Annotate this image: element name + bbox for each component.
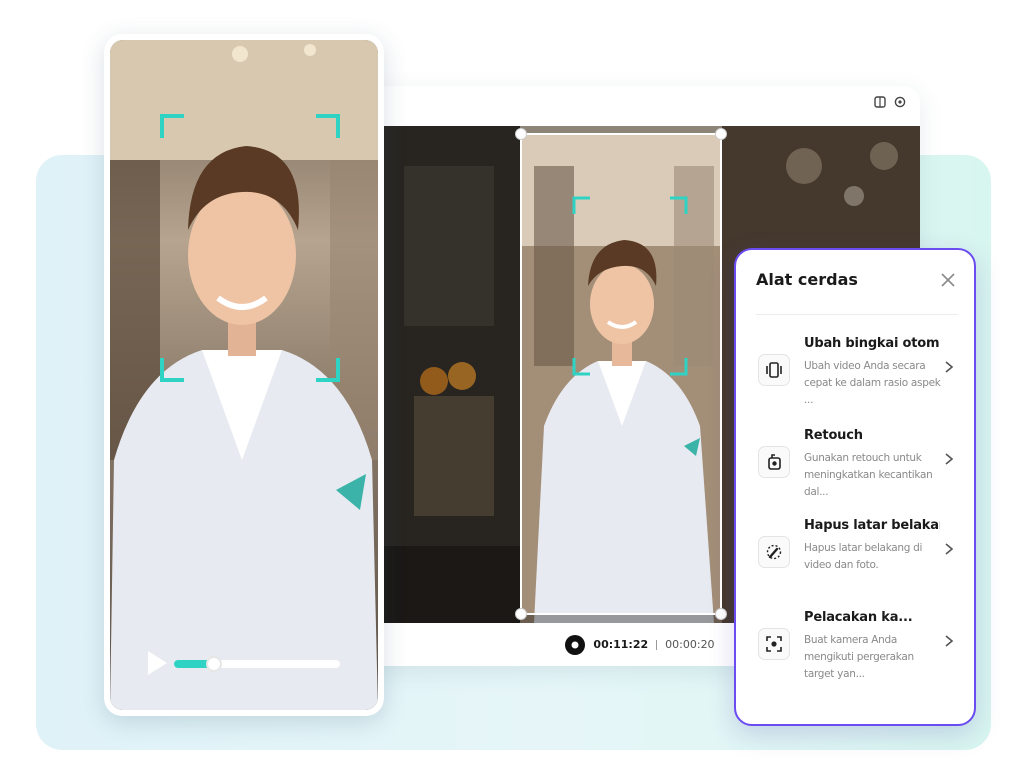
panel-divider	[756, 314, 958, 315]
window-tile-icon[interactable]	[874, 96, 886, 108]
chevron-right-icon	[945, 543, 954, 555]
tool-item-remove-background[interactable]: Hapus latar belakang Hapus latar belakan…	[756, 518, 960, 590]
remove-background-icon	[758, 536, 790, 568]
timecode-divider	[656, 639, 658, 650]
auto-reframe-icon	[758, 354, 790, 386]
tool-title: Hapus latar belakang	[804, 518, 940, 533]
phone-video-screen[interactable]	[110, 40, 378, 710]
tool-description: Ubah video Anda secara cepat ke dalam ra…	[804, 360, 941, 406]
total-timecode: 00:00:20	[665, 638, 715, 651]
tool-description: Buat kamera Anda mengikuti pergerakan ta…	[804, 634, 914, 680]
progress-knob[interactable]	[205, 656, 222, 672]
crop-handle-top-right[interactable]	[715, 128, 727, 140]
tool-title: Ubah bingkai otomatis	[804, 336, 940, 351]
tool-description: Gunakan retouch untuk meningkatkan kecan…	[804, 452, 933, 498]
portrait-video-image	[110, 40, 378, 710]
phone-preview	[104, 34, 384, 716]
tool-item-retouch[interactable]: Retouch Gunakan retouch untuk meningkatk…	[756, 428, 960, 500]
panel-header: Alat cerdas	[756, 270, 958, 294]
panel-title: Alat cerdas	[756, 270, 858, 289]
window-settings-icon[interactable]	[894, 96, 906, 108]
crop-frame[interactable]	[515, 128, 727, 620]
tool-title: Pelacakan ka...	[804, 610, 913, 625]
tool-title: Retouch	[804, 428, 863, 443]
close-icon[interactable]	[938, 270, 958, 290]
tool-item-auto-reframe[interactable]: Ubah bingkai otomatis Ubah video Anda se…	[756, 336, 960, 408]
play-button-icon[interactable]	[565, 634, 586, 655]
crop-handle-bottom-right[interactable]	[715, 608, 727, 620]
smart-tools-panel: Alat cerdas Ubah bingkai otomatis Ubah v…	[734, 248, 976, 726]
crop-handle-bottom-left[interactable]	[515, 608, 527, 620]
tool-description: Hapus latar belakang di video dan foto.	[804, 542, 923, 571]
play-icon[interactable]	[146, 650, 168, 676]
retouch-icon	[758, 446, 790, 478]
current-timecode: 00:11:22	[593, 638, 649, 651]
editor-window-controls	[874, 96, 906, 108]
chevron-right-icon	[945, 635, 954, 647]
chevron-right-icon	[945, 453, 954, 465]
chevron-right-icon	[945, 361, 954, 373]
tool-item-camera-tracking[interactable]: Pelacakan ka... Buat kamera Anda mengiku…	[756, 610, 960, 682]
camera-tracking-icon	[758, 628, 790, 660]
progress-bar[interactable]	[174, 656, 340, 672]
phone-player-controls	[146, 644, 346, 680]
crop-handle-top-left[interactable]	[515, 128, 527, 140]
